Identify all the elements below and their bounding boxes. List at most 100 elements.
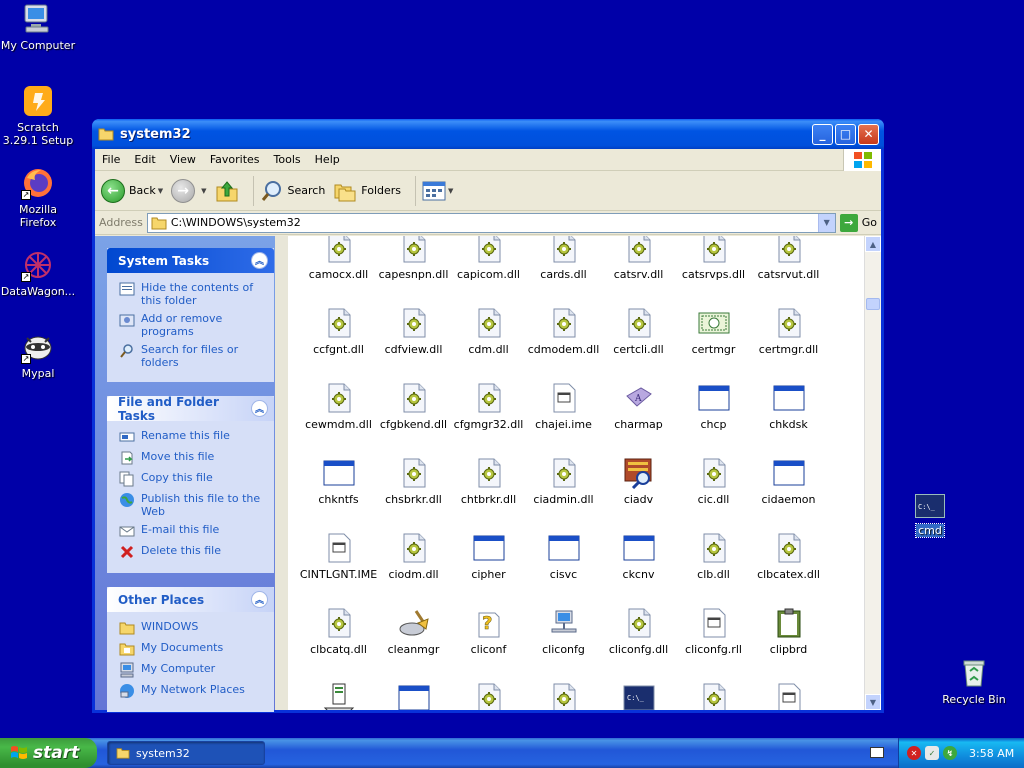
file-item[interactable]: chtbrkr.dll <box>451 448 526 523</box>
task-email-file[interactable]: E-mail this file <box>119 523 264 539</box>
file-item[interactable]: ciadmin.dll <box>526 448 601 523</box>
file-item[interactable]: chkdsk <box>751 373 826 448</box>
file-item[interactable]: certmgr <box>676 298 751 373</box>
file-item[interactable]: catsrvut.dll <box>751 236 826 298</box>
menu-favorites[interactable]: Favorites <box>203 153 267 166</box>
file-item[interactable]: cliconfg.rll <box>676 598 751 673</box>
place-my-computer[interactable]: My Computer <box>119 662 264 678</box>
window-titlebar[interactable]: system32 _ □ ✕ <box>92 119 884 149</box>
forward-button[interactable]: → ▼ <box>171 178 207 203</box>
file-item[interactable]: certcli.dll <box>601 298 676 373</box>
desktop-icon-my-computer[interactable]: My Computer <box>0 2 76 52</box>
menu-help[interactable]: Help <box>308 153 347 166</box>
place-my-network-places[interactable]: My Network Places <box>119 683 264 699</box>
desktop-icon-recycle-bin[interactable]: Recycle Bin <box>936 656 1012 706</box>
file-item[interactable]: C:\_cmd <box>601 673 676 710</box>
task-copy-file[interactable]: Copy this file <box>119 471 264 487</box>
file-item[interactable]: capesnpn.dll <box>376 236 451 298</box>
file-item[interactable]: cfgmgr32.dll <box>451 373 526 448</box>
desktop-icon-firefox[interactable]: ↗ Mozilla Firefox <box>0 166 76 229</box>
file-item[interactable]: cdm.dll <box>451 298 526 373</box>
file-item[interactable]: ? cliconf <box>451 598 526 673</box>
file-item[interactable]: CINTLGNT.IME <box>300 523 377 598</box>
other-places-header[interactable]: Other Places ︽ <box>107 587 274 612</box>
back-button[interactable]: ← Back ▼ <box>101 178 163 203</box>
file-item[interactable]: chsbrkr.dll <box>376 448 451 523</box>
file-item[interactable]: catsrv.dll <box>601 236 676 298</box>
file-item[interactable]: cewmdm.dll <box>301 373 376 448</box>
desktop-icon-scratch-setup[interactable]: Scratch 3.29.1 Setup <box>0 84 76 147</box>
file-item[interactable]: cfgbkend.dll <box>376 373 451 448</box>
menu-tools[interactable]: Tools <box>267 153 308 166</box>
file-item[interactable]: cliconfg.dll <box>601 598 676 673</box>
file-item[interactable]: clusapi.dll <box>451 673 526 710</box>
file-item[interactable]: catsrvps.dll <box>676 236 751 298</box>
shield-icon[interactable]: ✓ <box>925 746 939 760</box>
file-item[interactable]: certmgr.dll <box>751 298 826 373</box>
taskbar-item-system32[interactable]: system32 <box>107 741 265 765</box>
file-item[interactable]: clb.dll <box>676 523 751 598</box>
file-item[interactable]: chajei.ime <box>526 373 601 448</box>
back-dropdown-icon[interactable]: ▼ <box>158 187 163 195</box>
safely-remove-icon[interactable]: ↯ <box>943 746 957 760</box>
menu-edit[interactable]: Edit <box>127 153 162 166</box>
file-item[interactable]: cdmodem.dll <box>526 298 601 373</box>
up-folder-button[interactable] <box>215 179 239 203</box>
scroll-up-icon[interactable]: ▲ <box>865 236 881 252</box>
file-item[interactable]: ciodm.dll <box>376 523 451 598</box>
file-item[interactable]: capicom.dll <box>451 236 526 298</box>
scroll-down-icon[interactable]: ▼ <box>865 694 881 710</box>
scroll-thumb[interactable] <box>866 298 880 310</box>
file-item[interactable]: chcp <box>676 373 751 448</box>
file-item[interactable]: cipher <box>451 523 526 598</box>
address-dropdown-button[interactable]: ▼ <box>817 213 835 232</box>
file-item[interactable]: clspack <box>376 673 451 710</box>
start-button[interactable]: start <box>0 738 97 768</box>
views-button[interactable]: ▼ <box>422 181 453 201</box>
task-rename-file[interactable]: Rename this file <box>119 429 264 445</box>
file-item[interactable]: cidaemon <box>751 448 826 523</box>
desktop-icon-cmd[interactable]: C:\_ cmd <box>892 494 968 538</box>
go-button[interactable]: → Go <box>839 213 877 232</box>
file-item[interactable]: clbcatex.dll <box>751 523 826 598</box>
task-move-file[interactable]: Move this file <box>119 450 264 466</box>
system-tasks-header[interactable]: System Tasks ︽ <box>107 248 274 273</box>
keyboard-icon[interactable] <box>870 747 884 758</box>
file-item[interactable]: clipbrd <box>751 598 826 673</box>
minimize-button[interactable]: _ <box>812 123 833 145</box>
folders-button[interactable]: Folders <box>333 179 401 203</box>
file-item[interactable]: Acharmap <box>601 373 676 448</box>
close-button[interactable]: ✕ <box>858 123 879 145</box>
collapse-chevron-icon[interactable]: ︽ <box>251 400 268 417</box>
task-delete-file[interactable]: Delete this file <box>119 544 264 560</box>
place-my-documents[interactable]: My Documents <box>119 641 264 657</box>
file-item[interactable]: cdfview.dll <box>376 298 451 373</box>
desktop-icon-mypal[interactable]: ↗ Mypal <box>0 330 76 380</box>
maximize-button[interactable]: □ <box>835 123 856 145</box>
file-item[interactable]: cisvc <box>526 523 601 598</box>
collapse-chevron-icon[interactable]: ︽ <box>251 591 268 608</box>
task-search-files[interactable]: Search for files or folders <box>119 343 264 369</box>
task-add-remove-programs[interactable]: Add or remove programs <box>119 312 264 338</box>
security-alert-icon[interactable]: ✕ <box>907 746 921 760</box>
file-item[interactable]: cleanmgr <box>376 598 451 673</box>
task-pane-scrollbar[interactable] <box>275 236 288 710</box>
file-item[interactable]: ccfgnt.dll <box>301 298 376 373</box>
file-item[interactable]: ckcnv <box>601 523 676 598</box>
menu-view[interactable]: View <box>163 153 203 166</box>
file-item[interactable]: cmdial32.dll <box>676 673 751 710</box>
file-item[interactable]: cmcfg32.dll <box>526 673 601 710</box>
place-windows[interactable]: WINDOWS <box>119 620 264 636</box>
address-field[interactable]: C:\WINDOWS\system32 ▼ <box>146 212 836 233</box>
file-item[interactable]: ciadv <box>601 448 676 523</box>
task-hide-contents[interactable]: Hide the contents of this folder <box>119 281 264 307</box>
file-folder-tasks-header[interactable]: File and Folder Tasks ︽ <box>107 395 274 423</box>
file-item[interactable]: cliconfg <box>526 598 601 673</box>
file-item[interactable]: cards.dll <box>526 236 601 298</box>
desktop-icon-datawagon[interactable]: ↗ DataWagon... <box>0 248 76 298</box>
collapse-chevron-icon[interactable]: ︽ <box>251 252 268 269</box>
menu-file[interactable]: File <box>95 153 127 166</box>
file-item[interactable]: clipsrv <box>301 673 376 710</box>
file-list-scrollbar[interactable]: ▲ ▼ <box>864 236 881 710</box>
file-item[interactable]: chkntfs <box>301 448 376 523</box>
